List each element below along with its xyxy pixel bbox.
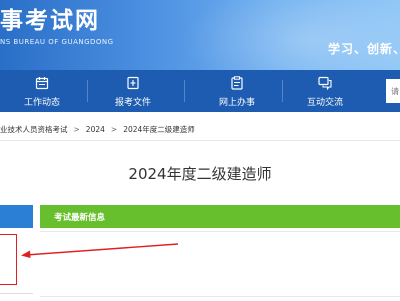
nav-item-online-services[interactable]: 网上办事: [192, 70, 282, 112]
breadcrumb-separator: >: [73, 125, 80, 134]
breadcrumb-separator: >: [110, 125, 118, 134]
nav-item-exam-documents[interactable]: 报考文件: [88, 70, 178, 112]
page-title: 2024年度二级建造师: [128, 165, 272, 183]
nav-item-interaction[interactable]: 互动交流: [280, 70, 370, 112]
nav-label: 网上办事: [218, 98, 255, 108]
annotation-arrow-icon: [21, 243, 179, 258]
sidebar-tab[interactable]: [0, 205, 33, 228]
calendar-icon: [35, 77, 49, 90]
chat-icon: [318, 76, 332, 90]
nav-divider: [184, 80, 185, 102]
site-title: 事考试网: [0, 8, 100, 34]
search-input[interactable]: [386, 79, 400, 103]
content-divider: [40, 231, 400, 232]
section-header: 考试最新信息: [40, 205, 400, 228]
site-slogan: 学习、创新、: [328, 42, 400, 56]
breadcrumb-item[interactable]: 业技术人员资格考试: [0, 124, 68, 135]
highlight-box: [0, 234, 17, 285]
site-banner: 事考试网 NS BUREAU OF GUANGDONG: [0, 0, 400, 70]
main-nav: 工作动态 报考文件 网上办事 互动交流: [0, 70, 400, 112]
section-header-label: 考试最新信息: [54, 213, 106, 223]
nav-label: 工作动态: [23, 98, 60, 108]
breadcrumb-item[interactable]: 2024: [86, 125, 105, 134]
document-icon: [127, 76, 139, 90]
nav-label: 互动交流: [306, 98, 343, 108]
breadcrumb-divider: [0, 140, 400, 141]
nav-label: 报考文件: [114, 98, 151, 108]
nav-item-work-news[interactable]: 工作动态: [0, 70, 87, 112]
clipboard-icon: [231, 76, 243, 90]
site-subtitle: NS BUREAU OF GUANGDONG: [0, 38, 114, 46]
breadcrumb: 业技术人员资格考试 >2024 >2024年度二级建造师: [0, 124, 195, 135]
content-divider: [40, 296, 400, 297]
breadcrumb-item[interactable]: 2024年度二级建造师: [123, 124, 195, 135]
